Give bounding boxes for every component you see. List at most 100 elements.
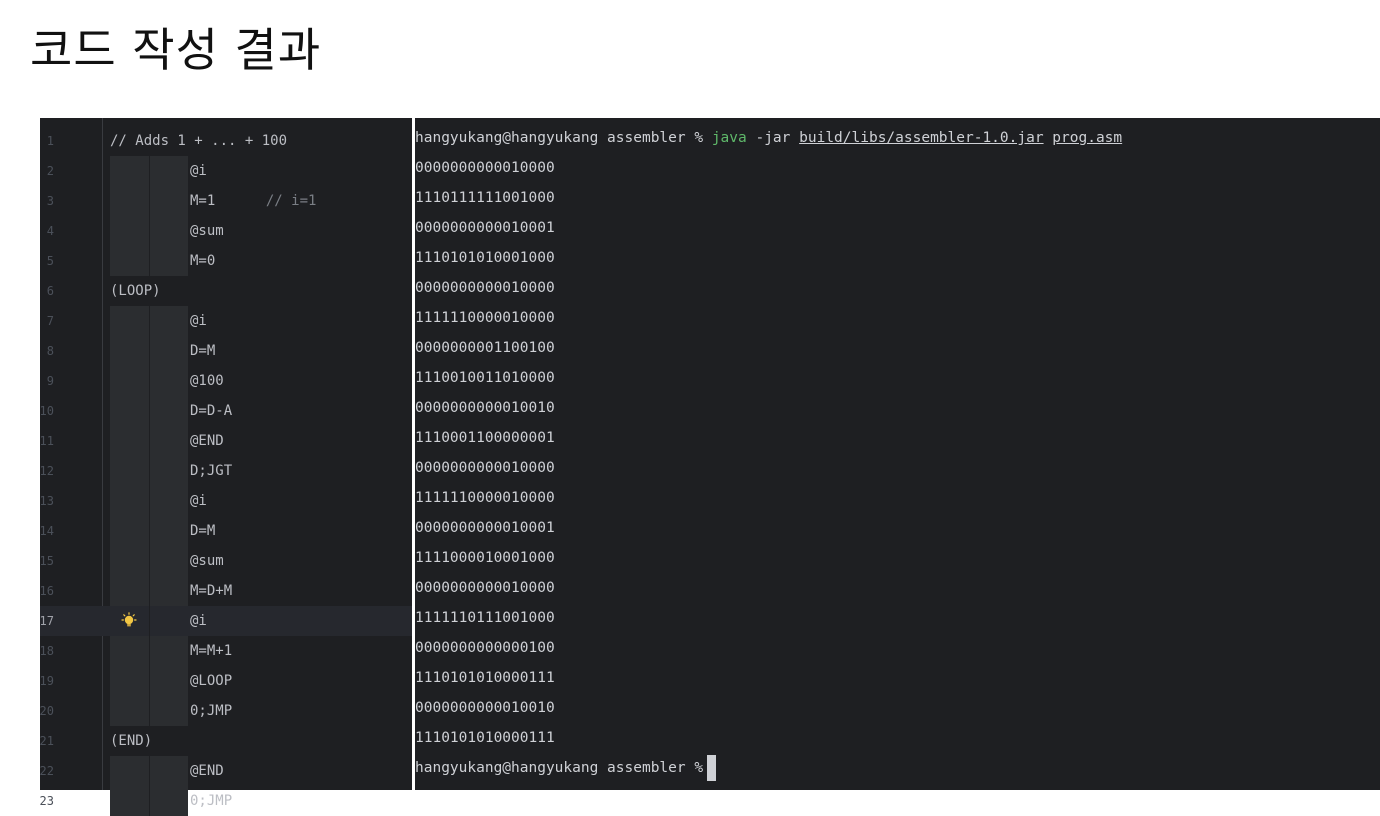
terminal-output-line: 1110001100000001 xyxy=(415,430,555,446)
line-number: 2 xyxy=(46,164,54,178)
command-jar-path[interactable]: build/libs/assembler-1.0.jar xyxy=(799,130,1043,146)
indent-guide xyxy=(110,486,150,516)
code-text: @sum xyxy=(190,216,224,246)
code-line[interactable]: 8 D=M xyxy=(40,336,412,366)
line-number: 21 xyxy=(40,734,54,748)
code-line[interactable]: 18 M=M+1 xyxy=(40,636,412,666)
command-flag: -jar xyxy=(746,130,800,146)
slide-title: 코드 작성 결과 xyxy=(30,23,322,77)
code-line[interactable]: 4 @sum xyxy=(40,216,412,246)
indent-guide xyxy=(149,606,188,636)
code-line[interactable]: 3 M=1 // i=1 xyxy=(40,186,412,216)
code-line[interactable]: 21 (END) xyxy=(40,726,412,756)
line-number: 3 xyxy=(46,194,54,208)
code-line[interactable]: 2 @i xyxy=(40,156,412,186)
code-line[interactable]: 14 D=M xyxy=(40,516,412,546)
terminal-cursor[interactable] xyxy=(707,755,717,781)
code-lines: 1 // Adds 1 + ... + 100 2 @i 3 M=1 // i=1 4 @su… xyxy=(40,126,412,816)
terminal-final-prompt: hangyukang@hangyukang assembler % xyxy=(415,753,1122,783)
indent-guide xyxy=(110,696,150,726)
code-token: 0;JMP xyxy=(190,793,233,809)
line-number: 1 xyxy=(46,134,54,148)
line-number: 9 xyxy=(46,374,54,388)
code-text: M=D+M xyxy=(190,576,232,606)
line-number: 5 xyxy=(46,254,54,268)
lightbulb-icon[interactable] xyxy=(120,612,138,630)
line-number: 12 xyxy=(40,464,54,478)
code-token: D=M xyxy=(190,523,216,539)
code-line[interactable]: 10 D=D-A xyxy=(40,396,412,426)
code-line[interactable]: 19 @LOOP xyxy=(40,666,412,696)
terminal-output-line: 0000000000000100 xyxy=(415,640,555,656)
line-number: 19 xyxy=(40,674,54,688)
terminal-output-line: 1111110111001000 xyxy=(415,610,555,626)
code-line[interactable]: 16 M=D+M xyxy=(40,576,412,606)
code-line[interactable]: 17 @i xyxy=(40,606,412,636)
line-number: 10 xyxy=(40,404,54,418)
command-program: java xyxy=(711,130,747,146)
terminal-output-line: 1111110000010000 xyxy=(415,310,555,326)
line-number: 18 xyxy=(40,644,54,658)
final-prompt-text: hangyukang@hangyukang assembler % xyxy=(415,760,704,776)
code-line[interactable]: 1 // Adds 1 + ... + 100 xyxy=(40,126,412,156)
line-number: 17 xyxy=(40,614,54,628)
indent-guide xyxy=(149,186,188,216)
terminal-output-line: 0000000000010001 xyxy=(415,520,555,536)
indent-guide xyxy=(110,756,150,786)
code-text: D=D-A xyxy=(190,396,232,426)
code-token: @i xyxy=(190,493,207,509)
code-line[interactable]: 12 D;JGT xyxy=(40,456,412,486)
terminal-output-line: 0000000000010010 xyxy=(415,400,555,416)
code-line[interactable]: 22 @END xyxy=(40,756,412,786)
indent-guide xyxy=(149,246,188,276)
code-text: @END xyxy=(190,756,224,786)
indent-guide xyxy=(149,216,188,246)
code-editor[interactable]: 1 // Adds 1 + ... + 100 2 @i 3 M=1 // i=1 4 @su… xyxy=(40,118,412,816)
line-number: 16 xyxy=(40,584,54,598)
code-token: @100 xyxy=(190,373,224,389)
code-text: @END xyxy=(190,426,224,456)
terminal-output-line: 0000000000010001 xyxy=(415,220,555,236)
line-number: 11 xyxy=(40,434,54,448)
code-text: D=M xyxy=(190,336,215,366)
indent-guide xyxy=(110,576,150,606)
indent-guide xyxy=(149,306,188,336)
terminal-output-line: 0000000000010000 xyxy=(415,460,555,476)
code-line[interactable]: 20 0;JMP xyxy=(40,696,412,726)
code-line[interactable]: 15 @sum xyxy=(40,546,412,576)
terminal-output-line: 1110101010001000 xyxy=(415,250,555,266)
code-line[interactable]: 13 @i xyxy=(40,486,412,516)
code-token: @i xyxy=(190,613,207,629)
terminal-panel[interactable]: hangyukang@hangyukang assembler % java -… xyxy=(415,118,1380,790)
indent-guide xyxy=(110,636,150,666)
indent-guide xyxy=(110,456,150,486)
code-token: M=M+1 xyxy=(190,643,233,659)
command-space xyxy=(1044,130,1053,146)
prompt-text: hangyukang@hangyukang assembler % xyxy=(415,130,712,146)
command-arg[interactable]: prog.asm xyxy=(1052,130,1122,146)
indent-guide xyxy=(149,456,188,486)
indent-guide xyxy=(110,186,150,216)
code-text: (END) xyxy=(110,726,152,756)
code-line[interactable]: 5 M=0 xyxy=(40,246,412,276)
indent-guide xyxy=(149,426,188,456)
terminal-output-line: 0000000000010010 xyxy=(415,700,555,716)
code-token: D=D-A xyxy=(190,403,233,419)
indent-guide xyxy=(149,576,188,606)
terminal-output-line: 0000000000010000 xyxy=(415,280,555,296)
code-token: @i xyxy=(190,163,207,179)
code-line[interactable]: 6 (LOOP) xyxy=(40,276,412,306)
code-text: (LOOP) xyxy=(110,276,161,306)
code-line[interactable]: 9 @100 xyxy=(40,366,412,396)
line-number: 6 xyxy=(46,284,54,298)
indent-guide xyxy=(110,306,150,336)
line-number: 8 xyxy=(46,344,54,358)
indent-guide xyxy=(110,366,150,396)
code-line[interactable]: 11 @END xyxy=(40,426,412,456)
terminal-command-line: hangyukang@hangyukang assembler % java -… xyxy=(415,123,1122,153)
code-line[interactable]: 7 @i xyxy=(40,306,412,336)
code-line[interactable]: 23 0;JMP xyxy=(40,786,412,816)
code-text: D=M xyxy=(190,516,215,546)
indent-guide xyxy=(110,546,150,576)
code-token: M=0 xyxy=(190,253,216,269)
